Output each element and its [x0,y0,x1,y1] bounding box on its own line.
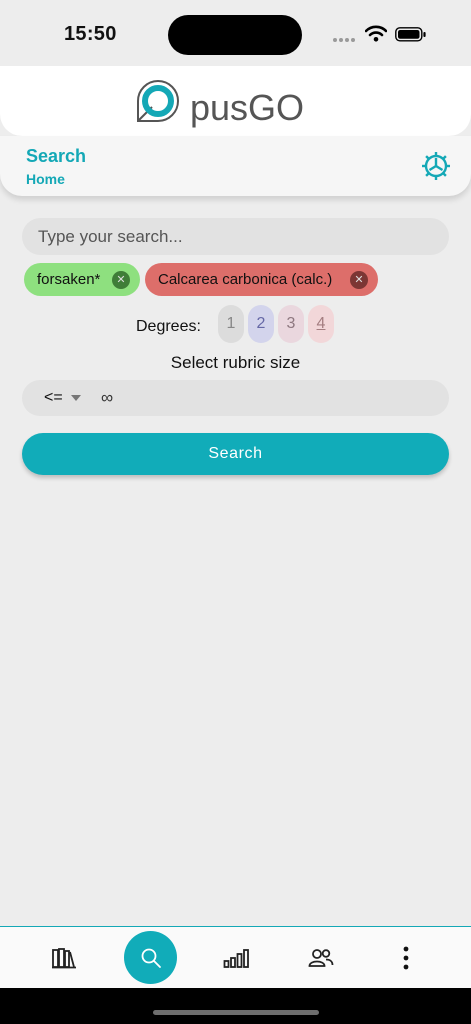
title-bar: Search Home [0,136,471,196]
opusgo-logo: pusGO [137,80,304,128]
cellular-signal-icon [333,38,355,42]
battery-icon [395,27,426,42]
degree-option-3[interactable]: 3 [278,305,304,343]
close-icon[interactable]: ✕ [112,270,130,289]
bottom-nav [0,926,471,988]
status-bar: 15:50 [0,0,471,66]
search-chip[interactable]: forsaken* ✕ [24,263,140,296]
breadcrumb[interactable]: Home [26,171,65,187]
degrees-label: Degrees: [136,318,201,335]
degree-option-2[interactable]: 2 [248,305,274,343]
gear-icon[interactable] [420,150,452,182]
more-icon [403,946,409,970]
search-button[interactable]: Search [22,433,449,475]
search-chip[interactable]: Calcarea carbonica (calc.) ✕ [145,263,378,296]
caret-down-icon[interactable] [71,395,81,401]
home-indicator[interactable] [153,1010,319,1015]
app-header: pusGO [0,66,471,136]
home-indicator-area [0,988,471,1024]
nav-stats[interactable] [216,927,256,989]
wifi-icon [365,25,387,42]
nav-more[interactable] [394,927,418,989]
nav-users[interactable] [301,927,341,989]
status-time: 15:50 [64,23,117,45]
chip-label: forsaken* [37,271,101,288]
users-icon [308,949,334,967]
rubric-size-selector: <= ∞ [22,380,449,416]
close-icon[interactable]: ✕ [350,270,368,289]
operator-select[interactable]: <= [44,389,63,407]
dynamic-island [168,15,302,55]
library-icon [52,948,76,969]
chip-label: Calcarea carbonica (calc.) [158,271,333,288]
search-icon [141,948,161,968]
nav-search[interactable] [124,931,177,984]
degree-option-1[interactable]: 1 [218,305,244,343]
logo-text: pusGO [190,87,304,128]
nav-library[interactable] [44,927,84,989]
search-input[interactable] [22,218,449,255]
stats-icon [223,949,249,968]
degree-option-4[interactable]: 4 [308,305,334,343]
rubric-size-value[interactable]: ∞ [101,388,113,408]
rubric-size-label: Select rubric size [170,353,301,372]
page-title: Search [26,146,87,166]
